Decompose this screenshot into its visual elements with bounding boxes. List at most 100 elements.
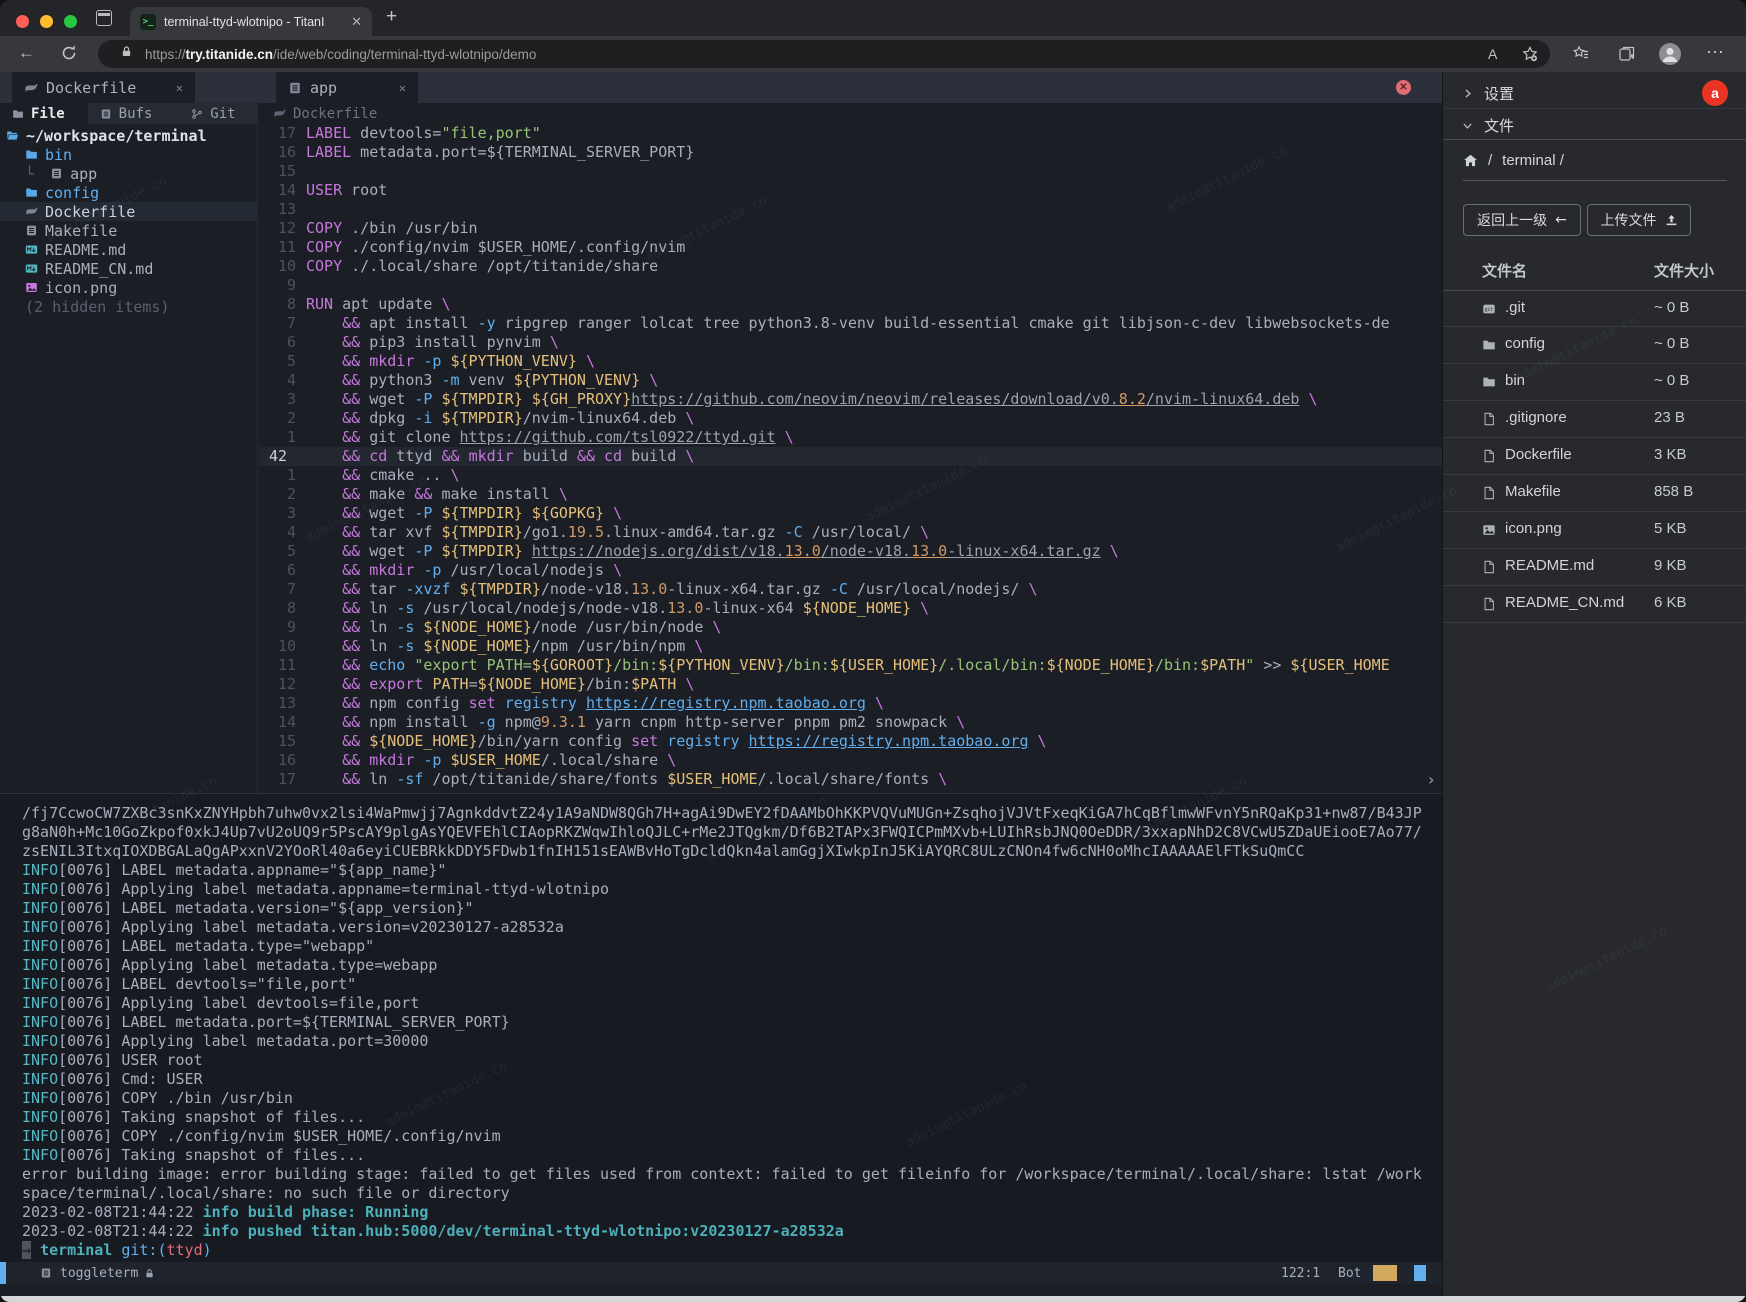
tab-actions-icon[interactable] bbox=[96, 10, 112, 26]
line-number: 14 bbox=[259, 713, 306, 732]
file-row-README.md[interactable]: README.md9 KB bbox=[1443, 549, 1746, 586]
terminal-output[interactable]: /fj7CcwoCW7ZXBc3snKxZNYHpbh7uhw0vx2lsi4W… bbox=[0, 793, 1442, 1262]
user-avatar-badge[interactable]: a bbox=[1702, 80, 1728, 106]
sidebar-tab-bufs[interactable]: Bufs bbox=[88, 103, 180, 124]
sidebar-tab-file[interactable]: File bbox=[0, 103, 88, 124]
file-name: Makefile bbox=[1505, 483, 1561, 500]
file-row-Dockerfile[interactable]: Dockerfile3 KB bbox=[1443, 438, 1746, 475]
tree-item-README_CN.md[interactable]: README_CN.md bbox=[0, 259, 257, 278]
minimize-window-button[interactable] bbox=[40, 15, 53, 28]
code-line[interactable]: 12COPY ./bin /usr/bin bbox=[259, 219, 1442, 238]
file-row-Makefile[interactable]: Makefile 858 B bbox=[1443, 475, 1746, 512]
favorites-icon[interactable] bbox=[1572, 45, 1590, 68]
menu-icon[interactable]: ⋯ bbox=[1706, 42, 1724, 63]
code-line[interactable]: 7 && tar -xvzf ${TMPDIR}/node-v18.13.0-l… bbox=[259, 580, 1442, 599]
code-line[interactable]: 4 && tar xvf ${TMPDIR}/go1.19.5.linux-am… bbox=[259, 523, 1442, 542]
close-tab-icon[interactable]: ✕ bbox=[176, 81, 183, 95]
code-line[interactable]: 3 && wget -P ${TMPDIR} ${GH_PROXY}https:… bbox=[259, 390, 1442, 409]
code-line[interactable]: 7 && apt install -y ripgrep ranger lolca… bbox=[259, 314, 1442, 333]
code-line[interactable]: 10 && ln -s ${NODE_HOME}/npm /usr/bin/np… bbox=[259, 637, 1442, 656]
tree-item-workspaceterminal[interactable]: ~/workspace/terminal bbox=[0, 126, 257, 145]
code-line[interactable]: 2 && make && make install \ bbox=[259, 485, 1442, 504]
code-line[interactable]: 1 && git clone https://github.com/tsl092… bbox=[259, 428, 1442, 447]
code-line[interactable]: 14USER root bbox=[259, 181, 1442, 200]
code-line[interactable]: 2 && dpkg -i ${TMPDIR}/nvim-linux64.deb … bbox=[259, 409, 1442, 428]
refresh-icon[interactable] bbox=[60, 44, 78, 67]
file-explorer-sidebar: FileBufsGit ~/workspace/terminalbin└ app… bbox=[0, 103, 258, 793]
file-size: 858 B bbox=[1654, 483, 1693, 500]
tree-item-config[interactable]: config bbox=[0, 183, 257, 202]
code-line[interactable]: 16LABEL metadata.port=${TERMINAL_SERVER_… bbox=[259, 143, 1442, 162]
code-line[interactable]: 5 && mkdir -p ${PYTHON_VENV} \ bbox=[259, 352, 1442, 371]
upload-file-button[interactable]: 上传文件 bbox=[1587, 204, 1691, 236]
code-line[interactable]: 6 && pip3 install pynvim \ bbox=[259, 333, 1442, 352]
code-line[interactable]: 17LABEL devtools="file,port" bbox=[259, 124, 1442, 143]
code-line[interactable]: 13 bbox=[259, 200, 1442, 219]
file-row-bin[interactable]: bin~ 0 B bbox=[1443, 364, 1746, 401]
vim-tabline: Dockerfile✕app✕✕ bbox=[0, 72, 1442, 103]
go-up-button[interactable]: 返回上一级 ← bbox=[1463, 204, 1581, 236]
code-line[interactable]: 8RUN apt update \ bbox=[259, 295, 1442, 314]
code-line[interactable]: 6 && mkdir -p /usr/local/nodejs \ bbox=[259, 561, 1442, 580]
code-line[interactable]: 5 && wget -P ${TMPDIR} https://nodejs.or… bbox=[259, 542, 1442, 561]
url-bar[interactable]: https://try.titanide.cn/ide/web/coding/t… bbox=[98, 40, 1550, 68]
profile-avatar[interactable] bbox=[1658, 42, 1682, 71]
code-line[interactable]: 11 && echo "export PATH=${GOROOT}/bin:${… bbox=[259, 656, 1442, 675]
code-line[interactable]: 8 && ln -s /usr/local/nodejs/node-v18.13… bbox=[259, 599, 1442, 618]
collections-icon[interactable] bbox=[1618, 45, 1636, 68]
code-line[interactable]: 17 && ln -sf /opt/titanide/share/fonts $… bbox=[259, 770, 1442, 789]
code-line[interactable]: 14 && npm install -g npm@9.3.1 yarn cnpm… bbox=[259, 713, 1442, 732]
file-tree: ~/workspace/terminalbin└ appconfigDocker… bbox=[0, 124, 257, 316]
editor-tab-app[interactable]: app✕ bbox=[276, 72, 418, 103]
text-size-icon[interactable]: A bbox=[1488, 46, 1497, 62]
code-line[interactable]: 9 bbox=[259, 276, 1442, 295]
new-tab-button[interactable]: + bbox=[386, 6, 397, 28]
panel-expand-handle[interactable]: › bbox=[1428, 770, 1434, 789]
tree-item-bin[interactable]: bin bbox=[0, 145, 257, 164]
file-row-.git[interactable]: git.git~ 0 B bbox=[1443, 290, 1746, 327]
window-bottom-edge bbox=[0, 1296, 1746, 1302]
files-section-header[interactable]: 文件 bbox=[1443, 110, 1746, 140]
code-line[interactable]: 3 && wget -P ${TMPDIR} ${GOPKG} \ bbox=[259, 504, 1442, 523]
browser-tab[interactable]: >_ terminal-ttyd-wlotnipo - TitanI ✕ bbox=[130, 7, 372, 36]
file-row-README_CN.md[interactable]: README_CN.md6 KB bbox=[1443, 586, 1746, 623]
code-line[interactable]: 1 && cmake .. \ bbox=[259, 466, 1442, 485]
zoom-window-button[interactable] bbox=[64, 15, 77, 28]
current-code-line[interactable]: 42 && cd ttyd && mkdir build && cd build… bbox=[259, 447, 1442, 466]
code-line[interactable]: 15 bbox=[259, 162, 1442, 181]
path-breadcrumb[interactable]: / terminal / bbox=[1463, 152, 1564, 169]
add-favorite-icon[interactable] bbox=[1522, 46, 1538, 67]
terminal-line: INFO[0076] COPY ./config/nvim $USER_HOME… bbox=[22, 1127, 1442, 1146]
back-icon[interactable]: ← bbox=[18, 43, 35, 63]
file-row-config[interactable]: config~ 0 B bbox=[1443, 327, 1746, 364]
tree-item-app[interactable]: └ app bbox=[0, 164, 257, 183]
sidebar-tab-git[interactable]: Git bbox=[179, 103, 257, 124]
close-all-button[interactable]: ✕ bbox=[1396, 80, 1411, 95]
code-line[interactable]: 9 && ln -s ${NODE_HOME}/node /usr/bin/no… bbox=[259, 618, 1442, 637]
code-line[interactable]: 15 && ${NODE_HOME}/bin/yarn config set r… bbox=[259, 732, 1442, 751]
file-row-.gitignore[interactable]: .gitignore23 B bbox=[1443, 401, 1746, 438]
url-path: /ide/web/coding/terminal-ttyd-wlotnipo/d… bbox=[273, 47, 536, 62]
close-tab-icon[interactable]: ✕ bbox=[351, 14, 362, 30]
tree-item-Dockerfile[interactable]: Dockerfile bbox=[0, 202, 257, 221]
code-editor[interactable]: Dockerfile 17LABEL devtools="file,port"1… bbox=[259, 103, 1442, 793]
code-line[interactable]: 12 && export PATH=${NODE_HOME}/bin:$PATH… bbox=[259, 675, 1442, 694]
code-line[interactable]: 4 && python3 -m venv ${PYTHON_VENV} \ bbox=[259, 371, 1442, 390]
folder-icon bbox=[25, 186, 38, 199]
file-row-icon.png[interactable]: icon.png5 KB bbox=[1443, 512, 1746, 549]
editor-tab-Dockerfile[interactable]: Dockerfile✕ bbox=[12, 72, 195, 103]
tree-item-2hiddenitems[interactable]: (2 hidden items) bbox=[0, 297, 257, 316]
close-tab-icon[interactable]: ✕ bbox=[399, 81, 406, 95]
folder-icon bbox=[1482, 375, 1496, 389]
code-line[interactable]: 11COPY ./config/nvim $USER_HOME/.config/… bbox=[259, 238, 1442, 257]
tree-item-icon.png[interactable]: icon.png bbox=[0, 278, 257, 297]
settings-section-header[interactable]: 设置 bbox=[1443, 78, 1746, 108]
home-icon[interactable] bbox=[1463, 153, 1478, 168]
file-size: 23 B bbox=[1654, 409, 1685, 426]
code-line[interactable]: 16 && mkdir -p $USER_HOME/.local/share \ bbox=[259, 751, 1442, 770]
close-window-button[interactable] bbox=[16, 15, 29, 28]
code-line[interactable]: 10COPY ./.local/share /opt/titanide/shar… bbox=[259, 257, 1442, 276]
tree-item-README.md[interactable]: README.md bbox=[0, 240, 257, 259]
tree-item-Makefile[interactable]: Makefile bbox=[0, 221, 257, 240]
code-line[interactable]: 13 && npm config set registry https://re… bbox=[259, 694, 1442, 713]
